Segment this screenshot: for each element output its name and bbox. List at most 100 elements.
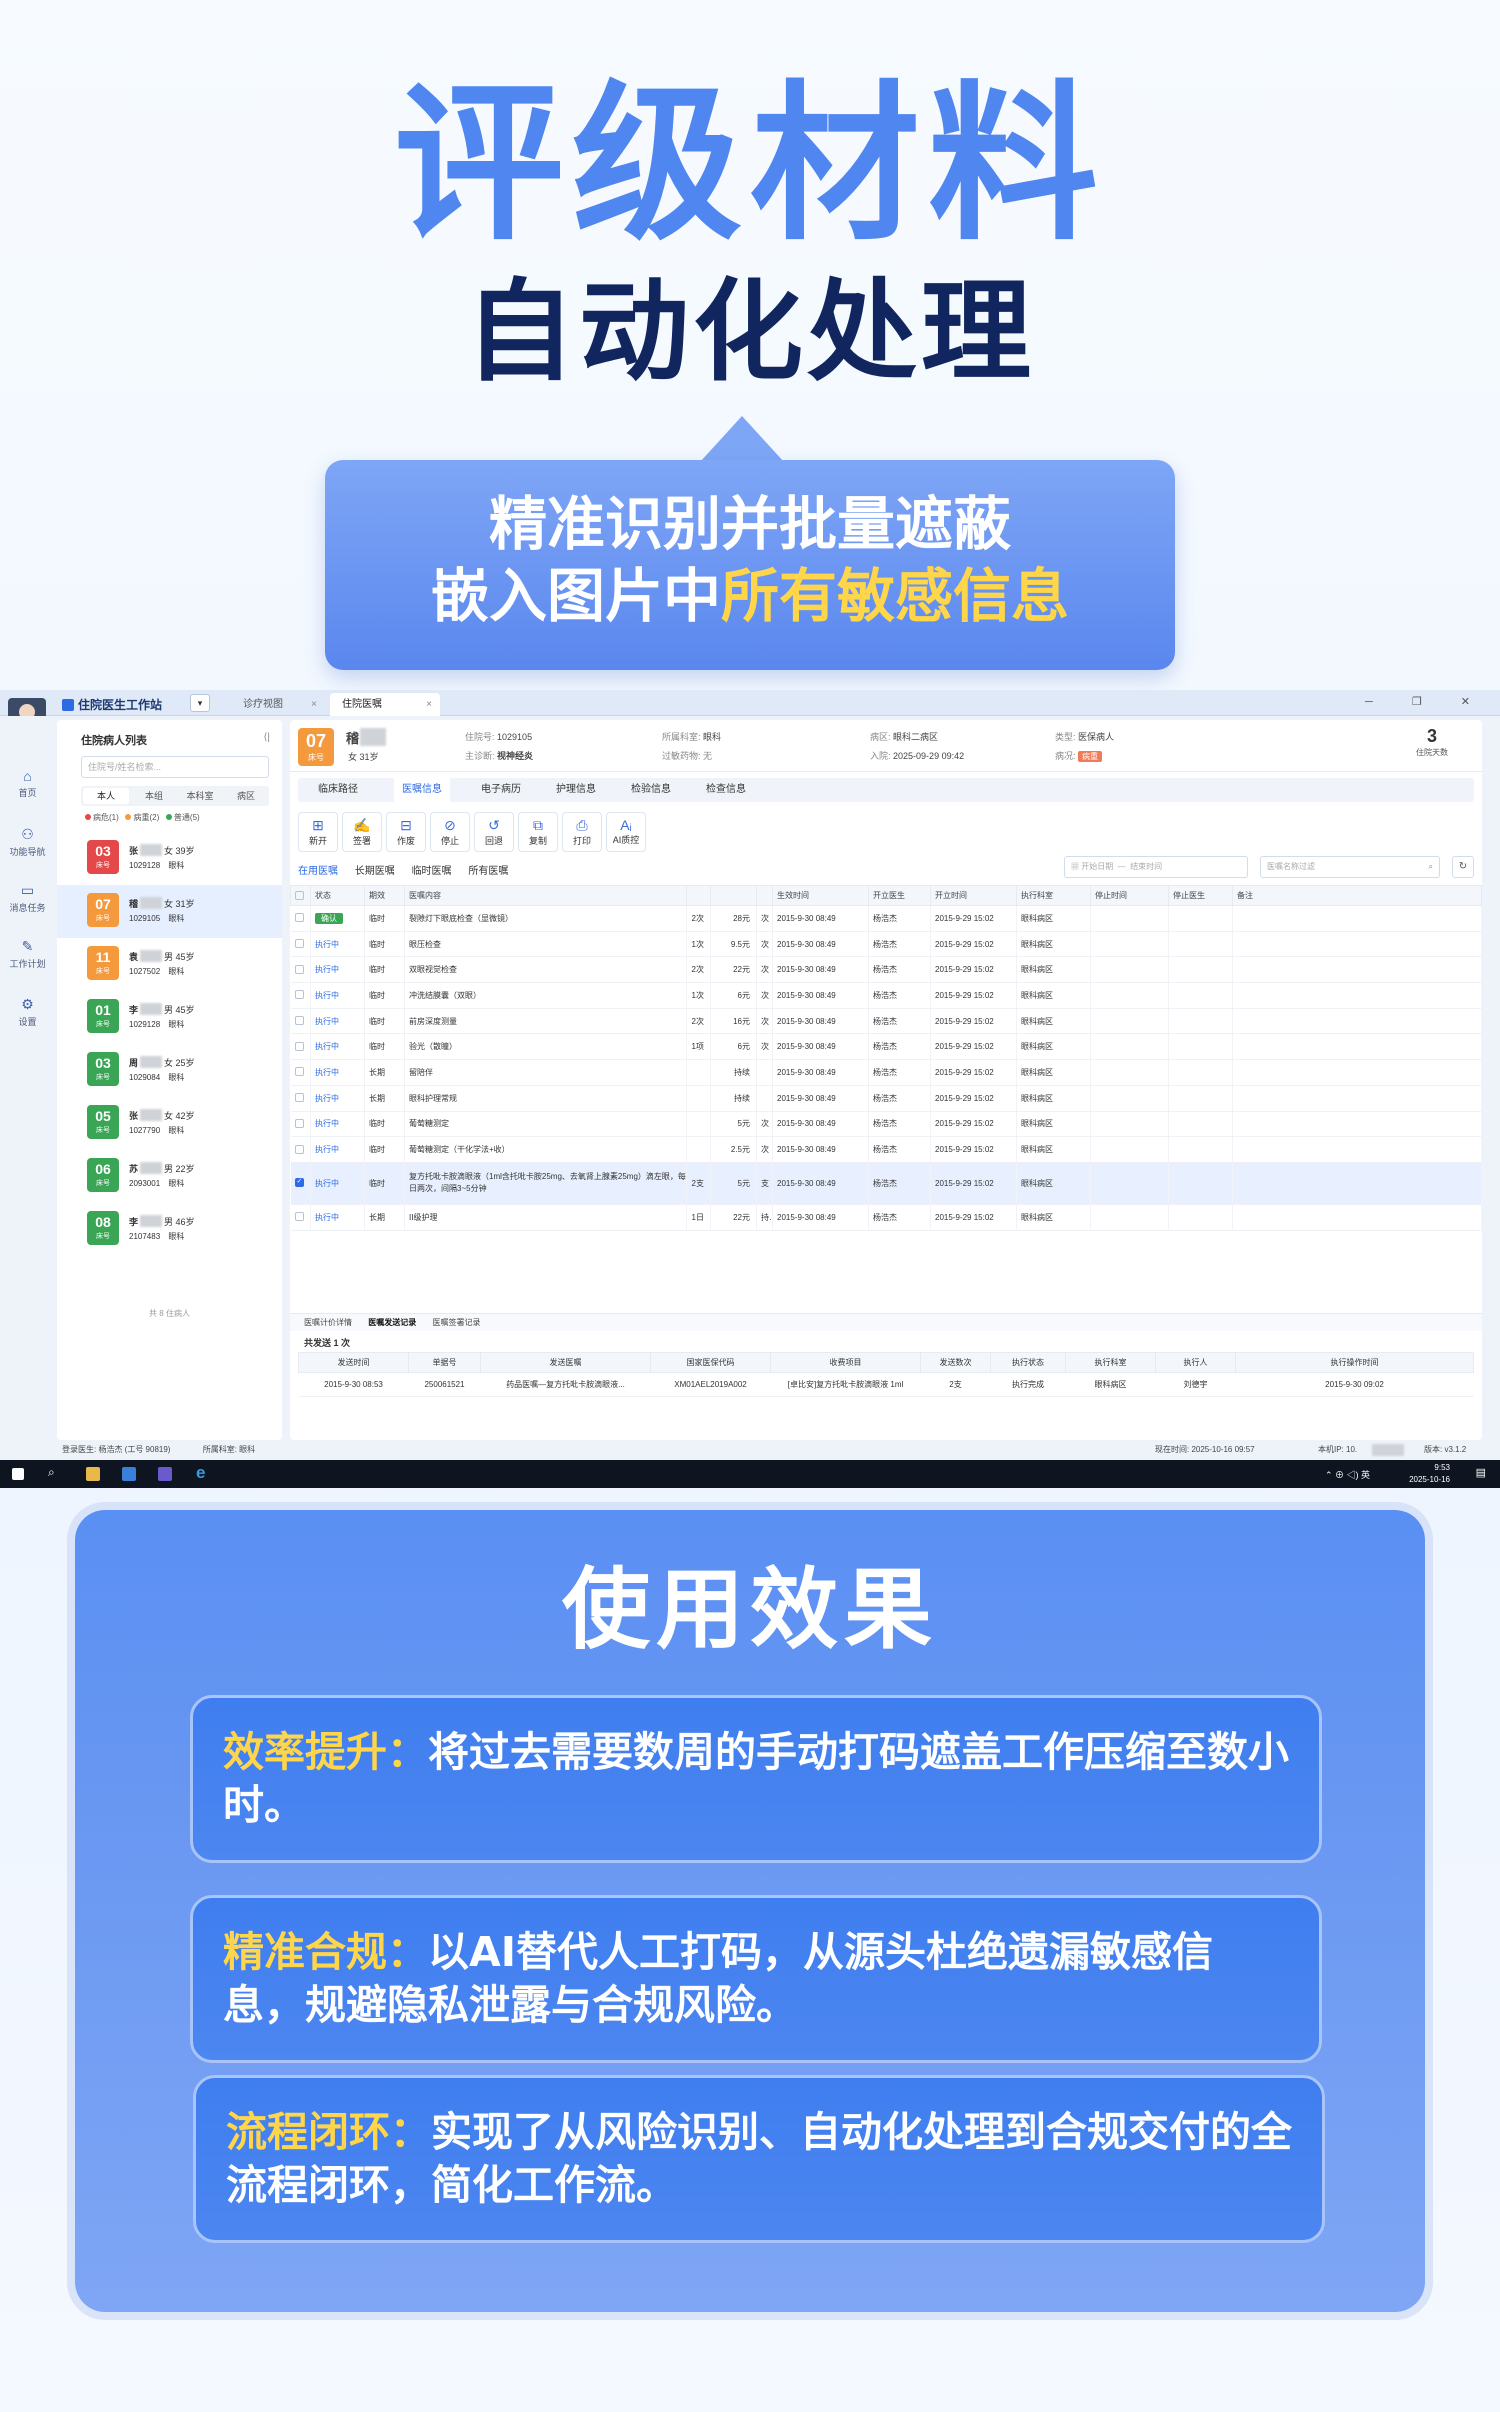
toolbar-stop-button[interactable]: ⊘ 停止 [430, 812, 470, 852]
row-checkbox[interactable] [294, 939, 304, 949]
app-icon[interactable] [158, 1467, 172, 1481]
nav-function[interactable]: ⚇ 功能导航 [0, 826, 55, 858]
order-row[interactable]: 执行中 长期II级护理1日22元持续2015-9-30 08:49杨浩杰2015-… [290, 1204, 1482, 1231]
refresh-button[interactable]: ↻ [1452, 856, 1474, 878]
row-select-cell[interactable] [290, 982, 311, 1009]
toolbar-sign-button[interactable]: ✍ 签署 [342, 812, 382, 852]
row-select-cell[interactable] [290, 931, 311, 958]
term-cell: 临时 [364, 931, 405, 958]
row-checkbox[interactable] [294, 1093, 304, 1103]
patient-card[interactable]: 03 床号张女 39岁 1029128 眼科 [57, 832, 282, 885]
patient-card[interactable]: 07 床号稽女 31岁 1029105 眼科 [57, 885, 282, 938]
order-row[interactable]: 确认 临时 裂隙灯下眼底检查（显微镜） 2次 28元次 2015-9-30 08:49 杨浩… [290, 905, 1482, 932]
search-icon[interactable]: ⌕ [48, 1465, 55, 1480]
tab-exam[interactable]: 检查信息 [706, 778, 746, 802]
order-row[interactable]: 执行中 临时 前房深度测量 2次 16元次 2015-9-30 08:49 杨浩杰 2015-… [290, 1008, 1482, 1035]
close-icon[interactable]: × [426, 693, 432, 716]
tab-emr[interactable]: 电子病历 [481, 778, 521, 802]
order-row[interactable]: 执行中 临时复方托吡卡胺滴眼液（1ml含托吡卡胺25mg、去氧肾上腺素25mg）滴… [290, 1162, 1482, 1205]
nav-settings[interactable]: ⚙ 设置 [0, 996, 55, 1028]
row-checkbox[interactable] [294, 990, 304, 1000]
folder-icon[interactable] [86, 1467, 100, 1481]
toolbar-revoke-button[interactable]: ↺ 回退 [474, 812, 514, 852]
row-select-cell[interactable] [290, 1085, 311, 1112]
row-select-cell[interactable] [290, 1111, 311, 1138]
tab-clinical-path[interactable]: 临床路径 [318, 778, 358, 802]
patient-card[interactable]: 06 床号苏男 22岁 2093001 眼科 [57, 1150, 282, 1203]
row-checkbox[interactable] [294, 1212, 304, 1222]
toolbar-copy-button[interactable]: ⧉ 复制 [518, 812, 558, 852]
order-row[interactable]: 执行中 临时 验光（散瞳） 1项 6元次 2015-9-30 08:49 杨浩杰 2015-9… [290, 1033, 1482, 1061]
toolbar-new-button[interactable]: ⊞ 新开 [298, 812, 338, 852]
tab-pricing[interactable]: 医嘱计价详情 [304, 1314, 352, 1332]
tab-self[interactable]: 本人 [83, 788, 129, 804]
order-row[interactable]: 执行中 临时 葡萄糖测定 5元次 2015-9-30 08:49 杨浩杰 2015-9-29… [290, 1111, 1482, 1138]
notification-icon[interactable]: ▤ [1476, 1466, 1486, 1479]
nav-messages[interactable]: ▭ 消息任务 [0, 882, 55, 914]
tab-sign-records[interactable]: 医嘱签署记录 [432, 1314, 480, 1332]
app-dropdown-button[interactable]: ▾ [190, 694, 210, 712]
tab-ward[interactable]: 病区 [223, 786, 269, 806]
collapse-icon[interactable]: ⟨| [264, 732, 271, 743]
patient-card[interactable]: 11 床号袁男 45岁 1027502 眼科 [57, 938, 282, 991]
row-checkbox[interactable] [294, 1067, 304, 1077]
tab-inpatient-orders[interactable]: 住院医嘱 × [330, 693, 440, 716]
app-icon[interactable] [122, 1467, 136, 1481]
tab-clinical-view[interactable]: 诊疗视图 × [225, 693, 325, 716]
row-checkbox[interactable] [294, 1177, 304, 1188]
subtab-long[interactable]: 长期医嘱 [355, 866, 395, 877]
order-row[interactable]: 执行中 临时 冲洗结膜囊（双眼） 1次 6元次 2015-9-30 08:49 杨浩杰 201… [290, 982, 1482, 1009]
subtab-all[interactable]: 所有医嘱 [468, 866, 508, 877]
order-row[interactable]: 执行中 长期 眼科护理常规 持续 2015-9-30 08:49 杨浩杰 2015-9-29… [290, 1085, 1482, 1112]
row-checkbox[interactable] [294, 964, 304, 974]
patient-search-input[interactable]: 住院号/姓名检索... [81, 756, 269, 778]
patient-card[interactable]: 01 床号李男 45岁 1029128 眼科 [57, 991, 282, 1044]
tray-icons[interactable]: ⌃ ⊕ ◁) 英 [1325, 1468, 1370, 1481]
windows-start-icon[interactable] [12, 1468, 24, 1480]
price-cell: 持续 [710, 1059, 757, 1086]
row-checkbox[interactable] [294, 913, 304, 923]
row-select-cell[interactable] [290, 1059, 311, 1086]
order-row[interactable]: 执行中 临时 双眼视觉检查 2次 22元次 2015-9-30 08:49 杨浩杰 2015-… [290, 956, 1482, 984]
row-select-cell[interactable] [290, 1008, 311, 1035]
tab-group[interactable]: 本组 [131, 786, 177, 806]
browser-icon[interactable]: e [196, 1463, 205, 1483]
row-checkbox[interactable] [294, 1016, 304, 1026]
clock[interactable]: 9:53 2025-10-16 [1409, 1462, 1450, 1486]
tab-send-records[interactable]: 医嘱发送记录 [368, 1314, 416, 1332]
row-select-cell[interactable] [290, 905, 311, 932]
patient-card[interactable]: 05 床号张女 42岁 1027790 眼科 [57, 1097, 282, 1150]
toolbar-print-button[interactable]: ⎙ 打印 [562, 812, 602, 852]
toolbar-ai-button[interactable]: Aᵢ AI质控 [606, 812, 646, 852]
order-row[interactable]: 执行中 临时 眼压检查 1次 9.5元次 2015-9-30 08:49 杨浩杰 2015-9… [290, 931, 1482, 958]
row-select-cell[interactable] [290, 1033, 311, 1061]
row-select-cell[interactable] [290, 1204, 311, 1231]
patient-card[interactable]: 03 床号周女 25岁 1029084 眼科 [57, 1044, 282, 1097]
nav-home[interactable]: ⌂ 首页 [0, 768, 55, 799]
order-filter-input[interactable]: 医嘱名称过滤 ⌕ [1260, 856, 1440, 878]
tab-orders[interactable]: 医嘱信息 [394, 778, 450, 802]
send-row[interactable]: 2015-9-30 08:53 250061521 药品医嘱—复方托吡卡胺滴眼液..… [298, 1372, 1474, 1397]
row-checkbox[interactable] [294, 1144, 304, 1154]
window-controls[interactable]: ─ ❐ ✕ [1365, 695, 1488, 708]
tab-lab[interactable]: 检验信息 [631, 778, 671, 802]
close-icon[interactable]: × [311, 693, 317, 716]
row-select-cell[interactable] [290, 1162, 311, 1205]
nav-plan[interactable]: ✎ 工作计划 [0, 938, 55, 970]
row-select-cell[interactable] [290, 956, 311, 984]
row-select-cell[interactable] [290, 1136, 311, 1163]
tab-nursing[interactable]: 护理信息 [556, 778, 596, 802]
subtab-temp[interactable]: 临时医嘱 [412, 866, 452, 877]
toolbar-void-button[interactable]: ⊟ 作废 [386, 812, 426, 852]
select-all-cell[interactable] [290, 885, 311, 906]
row-checkbox[interactable] [294, 1118, 304, 1128]
order-row[interactable]: 执行中 长期 留陪伴 持续 2015-9-30 08:49 杨浩杰 2015-9-29 15… [290, 1059, 1482, 1086]
select-all-checkbox[interactable] [295, 890, 304, 900]
doctor-cell: 杨浩杰 [868, 1204, 931, 1231]
patient-card[interactable]: 08 床号李男 46岁 2107483 眼科 [57, 1203, 282, 1256]
date-range-input[interactable]: ▦ 开始日期 — 结束时间 [1064, 856, 1248, 878]
subtab-active[interactable]: 在用医嘱 [298, 866, 338, 877]
order-row[interactable]: 执行中 临时 葡萄糖测定（干化学法+收） 2.5元次 2015-9-30 08:49 杨浩… [290, 1136, 1482, 1163]
tab-dept[interactable]: 本科室 [177, 786, 223, 806]
row-checkbox[interactable] [294, 1041, 304, 1051]
